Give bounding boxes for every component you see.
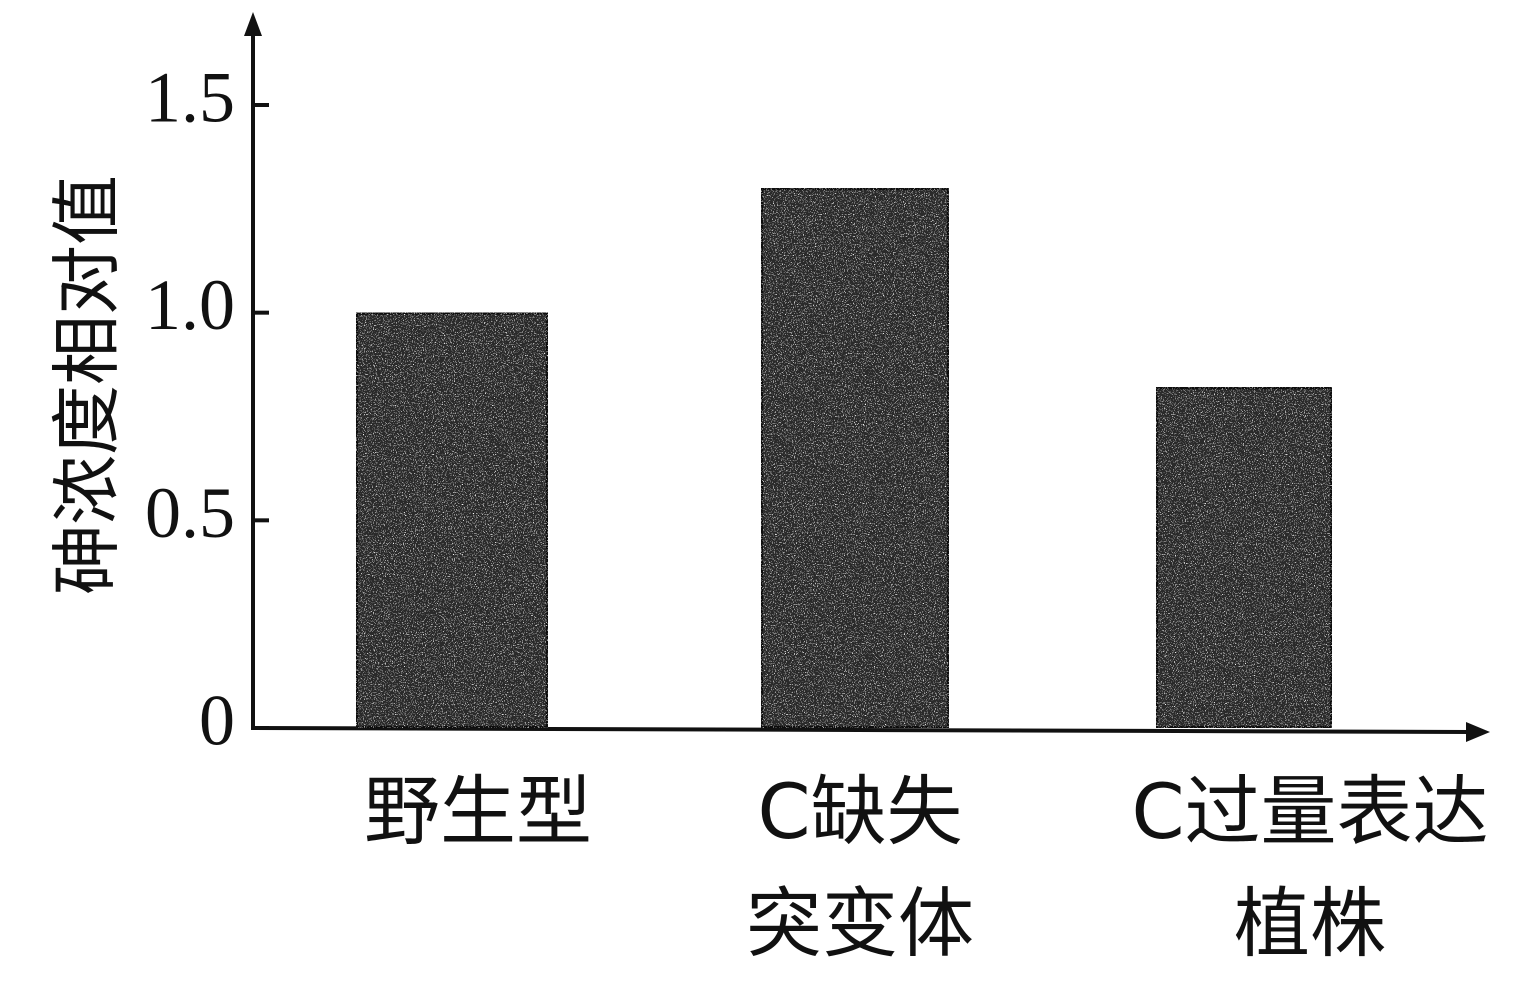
- y-tick-label: 1.5: [145, 58, 235, 138]
- x-category-label: C缺失突变体: [746, 767, 974, 968]
- x-category-label-line: 野生型: [364, 767, 592, 856]
- bar: [1154, 385, 1334, 730]
- x-category-label: C过量表达植株: [1131, 767, 1488, 968]
- bars: [354, 186, 1334, 731]
- x-category-label-line: 突变体: [746, 879, 974, 968]
- y-axis-title: 砷浓度相对值: [46, 175, 128, 595]
- chart-canvas: 砷浓度相对值 0 0.5 1.0 1.5 野生型 C缺失突变体 C过量表达植株: [46, 12, 1490, 968]
- x-category-label-line: 植株: [1234, 879, 1386, 968]
- bar-chart: 砷浓度相对值 0 0.5 1.0 1.5 野生型 C缺失突变体 C过量表达植株: [0, 0, 1529, 1005]
- y-ticks: 0 0.5 1.0 1.5: [145, 58, 269, 761]
- bar: [354, 310, 550, 730]
- x-category-label: 野生型: [364, 767, 592, 856]
- x-category-label-line: C缺失: [757, 767, 962, 856]
- y-tick-label: 1.0: [145, 265, 235, 345]
- x-axis-arrow: [1466, 722, 1490, 742]
- x-category-labels: 野生型 C缺失突变体 C过量表达植株: [364, 767, 1489, 968]
- x-category-label-line: C过量表达: [1131, 767, 1488, 856]
- bar: [759, 186, 951, 731]
- y-tick-label: 0: [199, 681, 235, 761]
- y-axis-arrow: [244, 12, 262, 36]
- y-tick-label: 0.5: [145, 473, 235, 553]
